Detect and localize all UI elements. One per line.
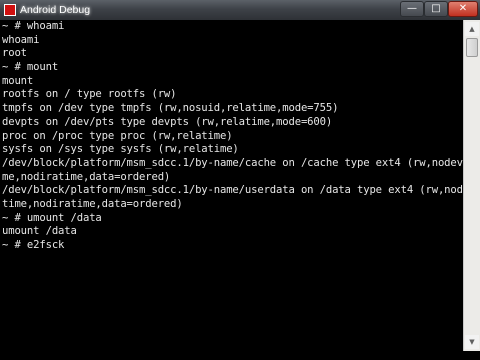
bottom-strip — [0, 351, 480, 360]
terminal-output[interactable]: ~ # whoami whoami root ~ # mount mount rootfs… — [0, 20, 463, 351]
chevron-down-icon: ▼ — [469, 338, 475, 346]
terminal-line: sysfs on /sys type sysfs (rw,relatime) — [2, 143, 239, 156]
terminal-line: /dev/block/platform/msm_sdcc.1/by-name/u… — [2, 184, 463, 197]
maximize-button[interactable]: □ — [424, 1, 448, 17]
minimize-button[interactable]: — — [400, 1, 424, 17]
vertical-scrollbar[interactable]: ▲ ▼ — [463, 20, 480, 351]
title-bar[interactable]: Android Debug — □ ✕ — [0, 0, 480, 20]
terminal-line: rootfs on / type rootfs (rw) — [2, 88, 177, 101]
scroll-down-button[interactable]: ▼ — [465, 335, 479, 349]
terminal-line: mount — [2, 74, 34, 87]
scroll-up-button[interactable]: ▲ — [465, 22, 479, 36]
terminal-line: ~ # mount — [2, 61, 59, 74]
terminal-line: me,nodiratime,data=ordered) — [2, 170, 171, 183]
terminal-line: tmpfs on /dev type tmpfs (rw,nosuid,rela… — [2, 102, 339, 115]
app-icon — [4, 4, 16, 16]
terminal-line: umount /data — [2, 225, 77, 238]
terminal-window: Android Debug — □ ✕ ~ # whoami whoami root… — [0, 0, 480, 351]
chevron-up-icon: ▲ — [469, 25, 475, 33]
scroll-thumb[interactable] — [466, 38, 478, 57]
terminal-line: devpts on /dev/pts type devpts (rw,relat… — [2, 115, 333, 128]
terminal-line: whoami — [2, 33, 40, 46]
terminal-line: ~ # e2fsck — [2, 239, 65, 251]
terminal-line: time,nodiratime,data=ordered) — [2, 197, 183, 210]
terminal-line: root — [2, 47, 27, 60]
window-title: Android Debug — [20, 4, 91, 16]
terminal-line: proc on /proc type proc (rw,relatime) — [2, 129, 233, 142]
screen: Android Debug — □ ✕ ~ # whoami whoami root… — [0, 0, 480, 360]
terminal-line: ~ # umount /data — [2, 211, 102, 224]
terminal-lines: ~ # whoami whoami root ~ # mount mount rootfs… — [0, 20, 463, 253]
terminal-line: /dev/block/platform/msm_sdcc.1/by-name/c… — [2, 156, 463, 169]
close-button[interactable]: ✕ — [448, 1, 478, 17]
terminal-line: ~ # whoami — [2, 20, 65, 32]
